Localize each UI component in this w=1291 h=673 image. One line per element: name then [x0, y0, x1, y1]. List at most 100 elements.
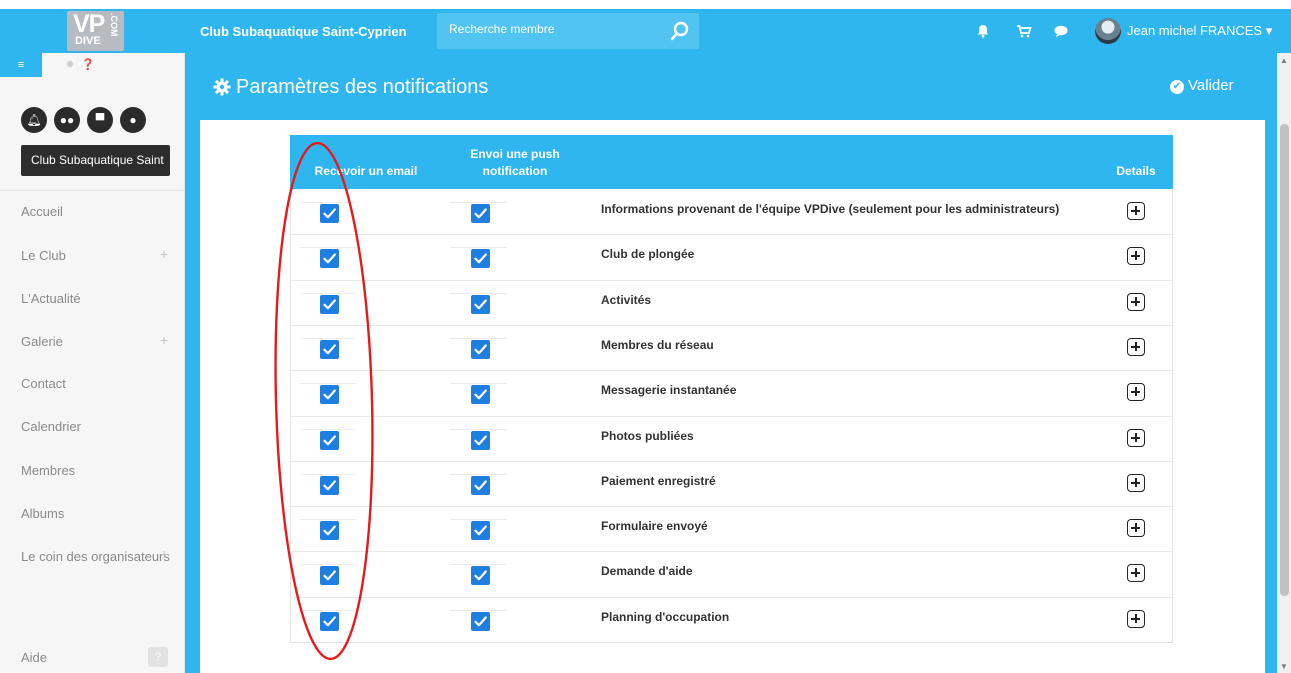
row-divider — [290, 280, 1173, 281]
top-strip — [0, 0, 1291, 9]
help-icon[interactable]: ? — [148, 647, 168, 667]
details-expand-icon[interactable] — [1127, 429, 1145, 447]
search-input[interactable] — [449, 22, 649, 36]
row-divider — [290, 370, 1173, 371]
push-deco — [450, 429, 506, 430]
push-deco — [450, 202, 506, 203]
user-name: Jean michel FRANCES — [1127, 23, 1263, 38]
push-checkbox[interactable] — [471, 385, 490, 404]
sidebar-item-albums[interactable]: Albums — [21, 506, 64, 521]
sidebar: ≡ ✹ ❓ 🔔︎ ●● ▀ ● Club Subaquatique Saint … — [0, 53, 185, 673]
details-expand-icon[interactable] — [1127, 247, 1145, 265]
details-expand-icon[interactable] — [1127, 383, 1145, 401]
vpdive-logo[interactable]: VP DIVE .COM — [67, 10, 124, 51]
push-checkbox[interactable] — [471, 249, 490, 268]
left-accent-bar — [185, 53, 200, 673]
row-label: Paiement enregistré — [601, 474, 716, 488]
details-expand-icon[interactable] — [1127, 474, 1145, 492]
member-search[interactable] — [437, 13, 699, 49]
expand-plus-icon[interactable]: + — [160, 332, 168, 348]
bell-icon: 🔔︎ — [26, 113, 42, 127]
sidebar-item-accueil[interactable]: Accueil — [21, 204, 63, 219]
row-label: Activités — [601, 293, 652, 307]
push-deco — [450, 338, 506, 339]
header-details: Details — [1116, 164, 1156, 178]
members-circle-button[interactable]: ●● — [54, 107, 80, 133]
push-deco — [450, 383, 506, 384]
push-checkbox[interactable] — [471, 295, 490, 314]
sidebar-item-actualite[interactable]: L'Actualité — [21, 291, 81, 306]
check-circle-icon: ✔ — [1170, 80, 1184, 94]
row-label: Club de plongée — [601, 247, 695, 261]
cart-circle-button[interactable]: ▀ — [87, 107, 113, 133]
scroll-down-arrow[interactable]: ▼ — [1280, 662, 1288, 671]
push-checkbox[interactable] — [471, 566, 490, 585]
header-club-name[interactable]: Club Subaquatique Saint-Cyprien — [200, 24, 407, 39]
row-label: Membres du réseau — [601, 338, 714, 352]
scrollbar-thumb[interactable] — [1280, 124, 1289, 596]
row-divider — [290, 597, 1173, 598]
push-deco — [450, 519, 506, 520]
row-divider — [290, 416, 1173, 417]
push-checkbox[interactable] — [471, 340, 490, 359]
expand-plus-icon[interactable]: + — [160, 246, 168, 262]
club-selector[interactable]: Club Subaquatique Saint — [21, 145, 170, 176]
annotation-ellipse — [274, 141, 374, 661]
push-checkbox[interactable] — [471, 204, 490, 223]
user-avatar[interactable] — [1095, 18, 1121, 44]
push-checkbox[interactable] — [471, 431, 490, 450]
header-push-line1: Envoi une push — [470, 147, 560, 161]
push-checkbox[interactable] — [471, 521, 490, 540]
table-header — [290, 135, 1173, 189]
search-icon[interactable] — [669, 20, 691, 42]
sidebar-item-galerie[interactable]: Galerie — [21, 334, 63, 349]
details-expand-icon[interactable] — [1127, 610, 1145, 628]
chat-circle-button[interactable]: ● — [120, 107, 146, 133]
details-expand-icon[interactable] — [1127, 519, 1145, 537]
sidebar-tabs: ≡ ✹ ❓ — [0, 53, 185, 77]
sidebar-item-coin-organisateurs[interactable]: Le coin des organisateurs — [21, 549, 170, 564]
push-deco — [450, 474, 506, 475]
details-expand-icon[interactable] — [1127, 293, 1145, 311]
details-expand-icon[interactable] — [1127, 564, 1145, 582]
push-deco — [450, 564, 506, 565]
sidebar-item-calendrier[interactable]: Calendrier — [21, 419, 81, 434]
sidebar-divider — [0, 190, 185, 191]
header-push-line2: notification — [482, 164, 548, 178]
tab-help[interactable]: ❓ — [73, 53, 103, 77]
push-deco — [450, 247, 506, 248]
row-label: Demande d'aide — [601, 564, 693, 578]
push-deco — [450, 610, 506, 611]
bell-icon[interactable] — [975, 24, 991, 38]
sidebar-item-le-club[interactable]: Le Club — [21, 248, 66, 263]
push-checkbox[interactable] — [471, 612, 490, 631]
row-divider — [290, 551, 1173, 552]
gear-icon — [213, 78, 231, 96]
notifications-circle-button[interactable]: 🔔︎ — [21, 107, 47, 133]
right-accent-bar — [1265, 53, 1277, 673]
tab-menu[interactable]: ≡ — [0, 53, 42, 77]
details-expand-icon[interactable] — [1127, 202, 1145, 220]
validate-button[interactable]: ✔ Valider — [1170, 77, 1234, 94]
cart-icon[interactable] — [1016, 24, 1032, 38]
row-label: Photos publiées — [601, 429, 694, 443]
scroll-up-arrow[interactable]: ▲ — [1280, 56, 1288, 65]
user-menu[interactable]: Jean michel FRANCES ▾ — [1127, 23, 1272, 39]
row-label: Informations provenant de l'équipe VPDiv… — [601, 202, 1060, 216]
chat-icon: ● — [129, 113, 137, 127]
details-expand-icon[interactable] — [1127, 338, 1145, 356]
cart-icon: ▀ — [95, 113, 105, 127]
push-checkbox[interactable] — [471, 476, 490, 495]
row-divider — [290, 234, 1173, 235]
chat-icon[interactable] — [1053, 24, 1069, 38]
validate-label: Valider — [1188, 77, 1234, 94]
row-label: Formulaire envoyé — [601, 519, 708, 533]
sidebar-item-aide[interactable]: Aide — [21, 650, 47, 665]
expand-plus-icon[interactable]: + — [160, 546, 168, 562]
row-label: Planning d'occupation — [601, 610, 730, 624]
sidebar-item-contact[interactable]: Contact — [21, 376, 66, 391]
menu-icon: ≡ — [17, 59, 25, 71]
sidebar-item-membres[interactable]: Membres — [21, 463, 75, 478]
page-title: Paramètres des notifications — [236, 76, 489, 98]
caret-down-icon: ▾ — [1265, 23, 1273, 38]
